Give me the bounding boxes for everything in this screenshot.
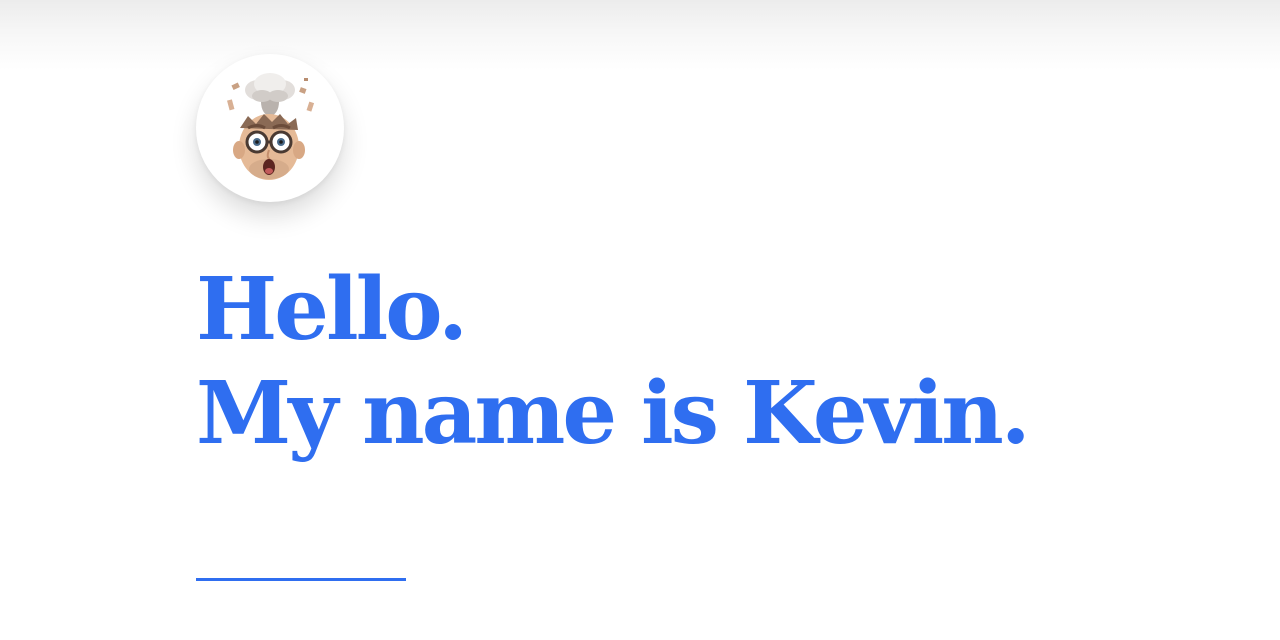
hero-greeting: Hello. [196,259,468,360]
hero-headline: Hello. My name is Kevin. [196,258,1031,466]
accent-divider [196,578,406,581]
hero-name-line: My name is Kevin. [196,363,1031,464]
exploding-head-memoji-icon [227,73,315,180]
avatar [196,54,344,202]
top-shadow [0,0,1280,70]
